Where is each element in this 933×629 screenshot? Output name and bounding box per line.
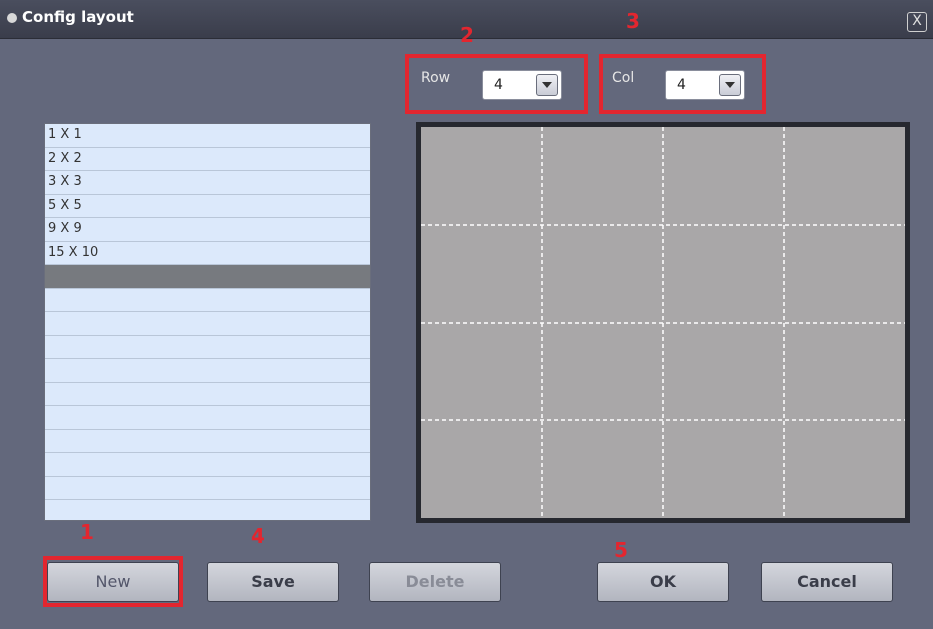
row-select-value: 4	[494, 77, 503, 93]
chevron-down-icon[interactable]	[536, 74, 558, 96]
ok-button[interactable]: OK	[597, 562, 729, 602]
list-item[interactable]	[45, 383, 370, 406]
col-select[interactable]: 4	[665, 70, 745, 100]
cancel-button[interactable]: Cancel	[761, 562, 893, 602]
row-select[interactable]: 4	[482, 70, 562, 100]
col-label: Col	[612, 70, 635, 86]
callout-number-2: 2	[460, 23, 474, 47]
list-item[interactable]: 1 X 1	[45, 124, 370, 148]
layout-preview	[416, 122, 910, 523]
callout-number-3: 3	[626, 9, 640, 33]
list-item[interactable]	[45, 453, 370, 477]
list-item[interactable]: 9 X 9	[45, 218, 370, 242]
list-item[interactable]	[45, 359, 370, 383]
list-item[interactable]	[45, 500, 370, 520]
col-select-value: 4	[677, 77, 686, 93]
chevron-down-icon[interactable]	[719, 74, 741, 96]
new-button[interactable]: New	[47, 562, 179, 602]
list-item[interactable]	[45, 406, 370, 430]
list-item[interactable]	[45, 265, 370, 289]
layout-list[interactable]: 1 X 12 X 23 X 35 X 59 X 9 15 X 10	[44, 123, 371, 521]
delete-button[interactable]: Delete	[369, 562, 501, 602]
window-title: Config layout	[22, 8, 134, 26]
list-item[interactable]: 15 X 10	[45, 242, 370, 265]
callout-number-1: 1	[80, 520, 94, 544]
list-item[interactable]: 2 X 2	[45, 148, 370, 171]
row-label: Row	[421, 70, 451, 86]
close-button[interactable]: X	[907, 12, 927, 32]
callout-number-4: 4	[251, 524, 265, 548]
list-item[interactable]	[45, 289, 370, 312]
list-item[interactable]: 5 X 5	[45, 195, 370, 218]
list-item[interactable]: 3 X 3	[45, 171, 370, 195]
window-icon	[7, 13, 17, 23]
layout-preview-grid	[421, 127, 905, 518]
list-item[interactable]	[45, 430, 370, 453]
list-item[interactable]	[45, 477, 370, 500]
save-button[interactable]: Save	[207, 562, 339, 602]
list-item[interactable]	[45, 312, 370, 336]
list-item[interactable]	[45, 336, 370, 359]
callout-number-5: 5	[614, 538, 628, 562]
